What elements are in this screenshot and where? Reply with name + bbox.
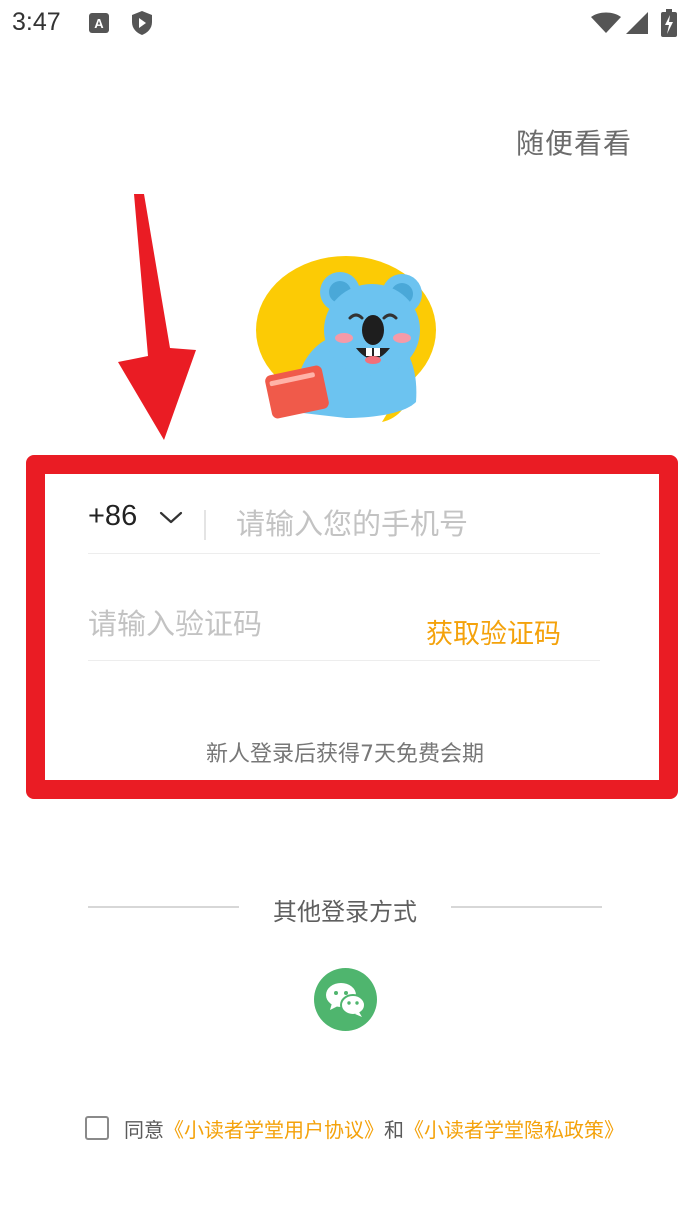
- code-underline: [88, 660, 600, 661]
- wechat-login-button[interactable]: [314, 968, 377, 1031]
- app-notification-icon: A: [89, 13, 109, 33]
- agreement-text: 同意《小读者学堂用户协议》和《小读者学堂隐私政策》: [124, 1114, 624, 1143]
- wechat-icon: [326, 983, 366, 1017]
- agree-prefix: 同意: [124, 1118, 164, 1142]
- privacy-policy-link[interactable]: 《小读者学堂隐私政策》: [404, 1118, 624, 1142]
- get-code-button[interactable]: 获取验证码: [426, 612, 561, 651]
- shield-icon: [132, 11, 152, 35]
- browse-link[interactable]: 随便看看: [516, 122, 632, 162]
- status-time: 3:47: [12, 8, 61, 36]
- divider-right: [451, 906, 602, 908]
- status-bar: 3:47 A: [0, 0, 690, 48]
- phone-underline: [88, 553, 600, 554]
- country-code-selector[interactable]: +86: [88, 500, 137, 533]
- promo-text: 新人登录后获得7天免费会期: [206, 742, 484, 767]
- mascot-image: [256, 256, 436, 422]
- wifi-icon: [591, 12, 621, 33]
- verification-code-input[interactable]: [88, 600, 388, 648]
- other-login-label: 其他登录方式: [273, 898, 417, 926]
- phone-divider: [204, 510, 206, 540]
- phone-input[interactable]: [236, 500, 596, 548]
- signal-icon: [626, 12, 648, 34]
- user-agreement-link[interactable]: 《小读者学堂用户协议》: [164, 1118, 384, 1142]
- agree-checkbox[interactable]: [85, 1116, 109, 1140]
- agree-connector: 和: [384, 1118, 404, 1142]
- chevron-down-icon[interactable]: [159, 510, 183, 526]
- svg-text:A: A: [94, 16, 104, 31]
- annotation-arrow: [118, 194, 196, 440]
- battery-charging-icon: [661, 9, 677, 37]
